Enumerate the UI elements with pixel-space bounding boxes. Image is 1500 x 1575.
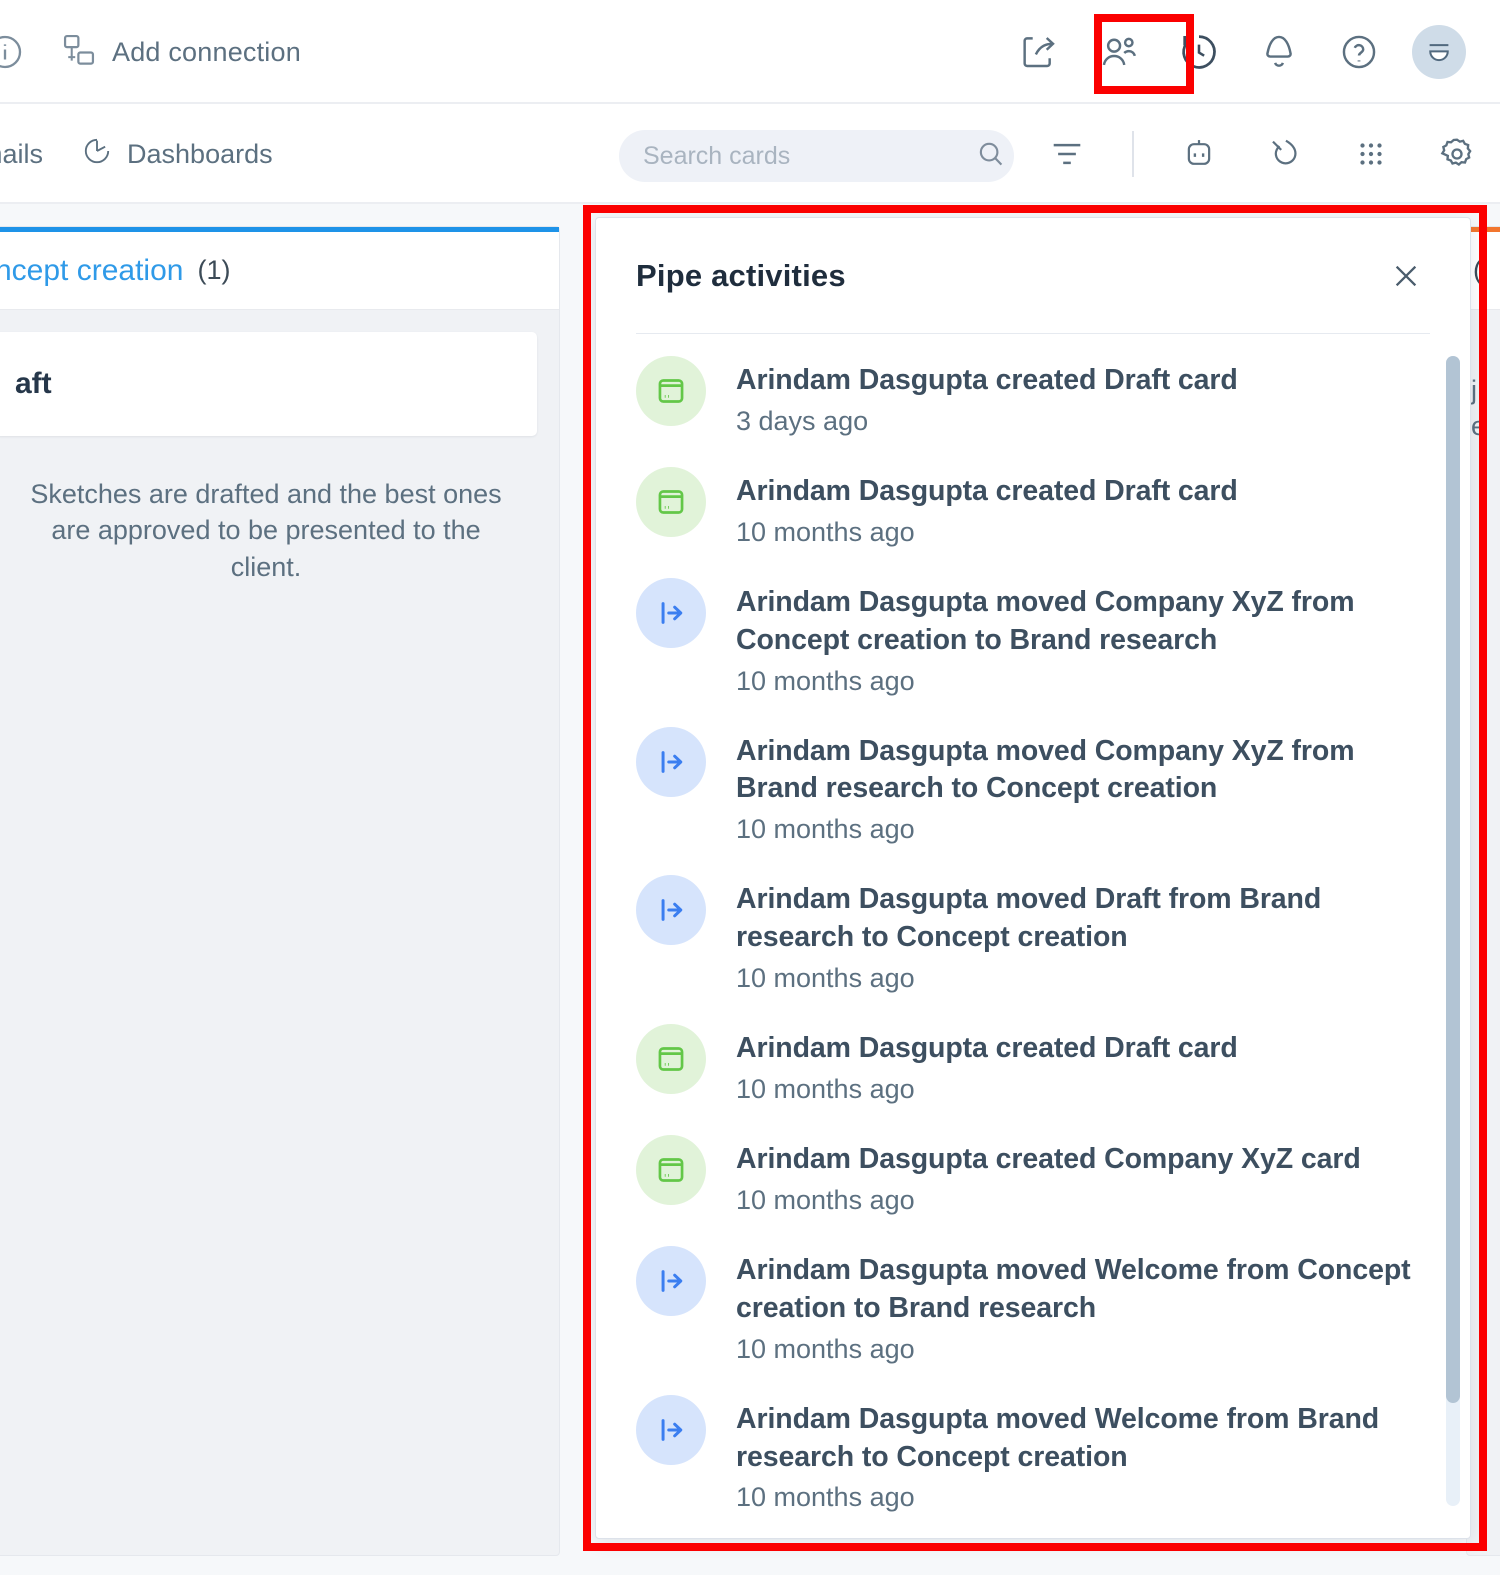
avatar[interactable] [1412, 25, 1466, 79]
board-toolbar: Emails Dashboards [0, 104, 1500, 204]
search-cards-box[interactable] [619, 130, 1014, 182]
activity-item[interactable]: Arindam Dasgupta created Draft card 10 mo… [636, 1024, 1436, 1141]
activity-description: Arindam Dasgupta moved Welcome from Bran… [736, 1402, 1380, 1473]
activity-text-block: Arindam Dasgupta moved Welcome from Bran… [736, 1401, 1436, 1514]
panel-header: Pipe activities [596, 218, 1470, 333]
activity-description: Arindam Dasgupta moved Welcome from Conc… [736, 1253, 1411, 1324]
card-created-icon [636, 1135, 706, 1206]
activity-timestamp: 10 months ago [736, 1184, 915, 1215]
nav-item-emails[interactable]: Emails [0, 139, 43, 170]
column-desc-line2: e [1471, 411, 1487, 442]
activity-list: Arindam Dasgupta created Draft card 3 day… [596, 334, 1470, 1538]
automation-robot-icon[interactable] [1172, 127, 1226, 181]
toolbar-divider [1132, 131, 1134, 177]
nav-item-dashboards[interactable]: Dashboards [81, 135, 273, 174]
app-root: Add connection ails Dashboards Search ca… [0, 0, 1500, 1575]
nav-item-emails-label: Emails [0, 138, 44, 169]
card-created-icon [636, 466, 706, 537]
board-card[interactable]: aft [0, 332, 537, 436]
board-column-next: ( j e [1466, 226, 1500, 1556]
activity-timestamp: 10 months ago [736, 1074, 915, 1105]
database-connection-icon[interactable] [1258, 127, 1312, 181]
column-description: Sketches are drafted and the best ones a… [30, 479, 502, 582]
card-created-icon [636, 356, 706, 426]
activity-text-block: Arindam Dasgupta created Draft card 3 day… [736, 362, 1436, 437]
card-moved-icon [636, 1245, 706, 1316]
activity-item[interactable]: Arindam Dasgupta moved Draft from Brand … [636, 875, 1436, 1030]
activity-item[interactable]: Arindam Dasgupta created Draft card 10 mo… [636, 466, 1436, 584]
help-icon[interactable] [1332, 25, 1386, 79]
pie-chart-icon [81, 135, 113, 174]
add-connection-button[interactable]: Add connection [60, 31, 301, 74]
panel-title: Pipe activities [636, 257, 846, 293]
activity-timestamp: 10 months ago [736, 1482, 915, 1513]
board-nav: Emails Dashboards [0, 104, 273, 204]
board-card-title: aft [15, 367, 52, 400]
activity-timestamp: 10 months ago [736, 516, 915, 547]
activity-text-block: Arindam Dasgupta created Draft card 10 mo… [736, 1030, 1436, 1105]
activity-description: Arindam Dasgupta created Draft card [736, 364, 1238, 396]
activity-description: Arindam Dasgupta created Company XyZ car… [736, 1143, 1361, 1176]
pipe-activities-panel: Pipe activities Arindam Dasgupta created… [595, 217, 1471, 1539]
card-moved-icon [636, 1394, 706, 1465]
activity-item[interactable]: Arindam Dasgupta moved Welcome from Conc… [636, 1245, 1436, 1401]
column-header-next[interactable]: ( [1467, 227, 1500, 310]
activity-description: Arindam Dasgupta moved Draft from Brand … [736, 883, 1322, 954]
activity-timestamp: 10 months ago [736, 814, 915, 845]
apps-grid-icon[interactable] [1344, 127, 1398, 181]
activity-timestamp: 10 months ago [736, 665, 915, 696]
board-column-concept-creation: ncept creation (1) aft Sketches are draf… [0, 226, 560, 1556]
activity-description: Arindam Dasgupta moved Company XyZ from … [736, 734, 1355, 805]
activity-text-block: Arindam Dasgupta created Company XyZ car… [736, 1141, 1436, 1216]
activity-text-block: Arindam Dasgupta created Draft card 10 mo… [736, 473, 1436, 548]
search-icon[interactable] [975, 138, 1007, 175]
column-body: aft Sketches are drafted and the best on… [0, 310, 559, 585]
bell-icon[interactable] [1252, 25, 1306, 79]
activity-item[interactable]: Arindam Dasgupta moved Company XyZ from … [636, 577, 1436, 733]
card-created-icon [636, 1024, 706, 1095]
column-desc-line1: j [1471, 375, 1477, 405]
activity-timestamp: 10 months ago [736, 963, 915, 994]
activity-timestamp: 10 months ago [736, 1333, 915, 1364]
gear-icon[interactable] [1430, 127, 1484, 181]
info-circle-icon[interactable] [0, 29, 28, 75]
activity-description: Arindam Dasgupta created Draft card [736, 1032, 1238, 1065]
card-moved-icon [636, 726, 706, 797]
column-description-next: j e [1467, 372, 1500, 445]
card-moved-icon [636, 577, 706, 648]
top-bar-right [1012, 0, 1466, 104]
card-moved-icon [636, 875, 706, 946]
column-title: ncept creation [0, 253, 184, 287]
activity-text-block: Arindam Dasgupta moved Draft from Brand … [736, 881, 1436, 994]
board-toolbar-actions [1040, 104, 1484, 204]
filter-icon[interactable] [1040, 127, 1094, 181]
activity-text-block: Arindam Dasgupta moved Company XyZ from … [736, 584, 1436, 697]
column-header[interactable]: ncept creation (1) [0, 227, 559, 310]
share-icon[interactable] [1012, 25, 1066, 79]
activity-item[interactable]: Arindam Dasgupta created Draft card 3 day… [636, 356, 1436, 473]
activity-description: Arindam Dasgupta moved Company XyZ from … [736, 585, 1355, 656]
activity-item[interactable]: Arindam Dasgupta moved Company XyZ from … [636, 726, 1436, 882]
activity-timestamp: 3 days ago [736, 405, 869, 436]
activity-text-block: Arindam Dasgupta moved Company XyZ from … [736, 733, 1436, 846]
panel-scrollbar-thumb[interactable] [1446, 356, 1460, 1403]
search-input[interactable] [643, 141, 965, 171]
add-connection-label: Add connection [112, 36, 301, 67]
activity-item[interactable]: Arindam Dasgupta moved Welcome from Bran… [636, 1394, 1436, 1538]
members-icon[interactable] [1092, 25, 1146, 79]
nav-item-dashboards-label: Dashboards [127, 138, 273, 169]
activity-item[interactable]: Arindam Dasgupta created Company XyZ car… [636, 1135, 1436, 1252]
top-bar-left: Add connection [0, 0, 301, 104]
close-icon[interactable] [1384, 254, 1428, 298]
activity-description: Arindam Dasgupta created Draft card [736, 474, 1238, 507]
column-card-count: (1) [197, 255, 231, 285]
top-bar: Add connection [0, 0, 1500, 104]
activity-text-block: Arindam Dasgupta moved Welcome from Conc… [736, 1252, 1436, 1365]
column-card-count-next: ( [1473, 255, 1482, 285]
add-connection-icon [60, 31, 98, 74]
history-icon[interactable] [1172, 25, 1226, 79]
